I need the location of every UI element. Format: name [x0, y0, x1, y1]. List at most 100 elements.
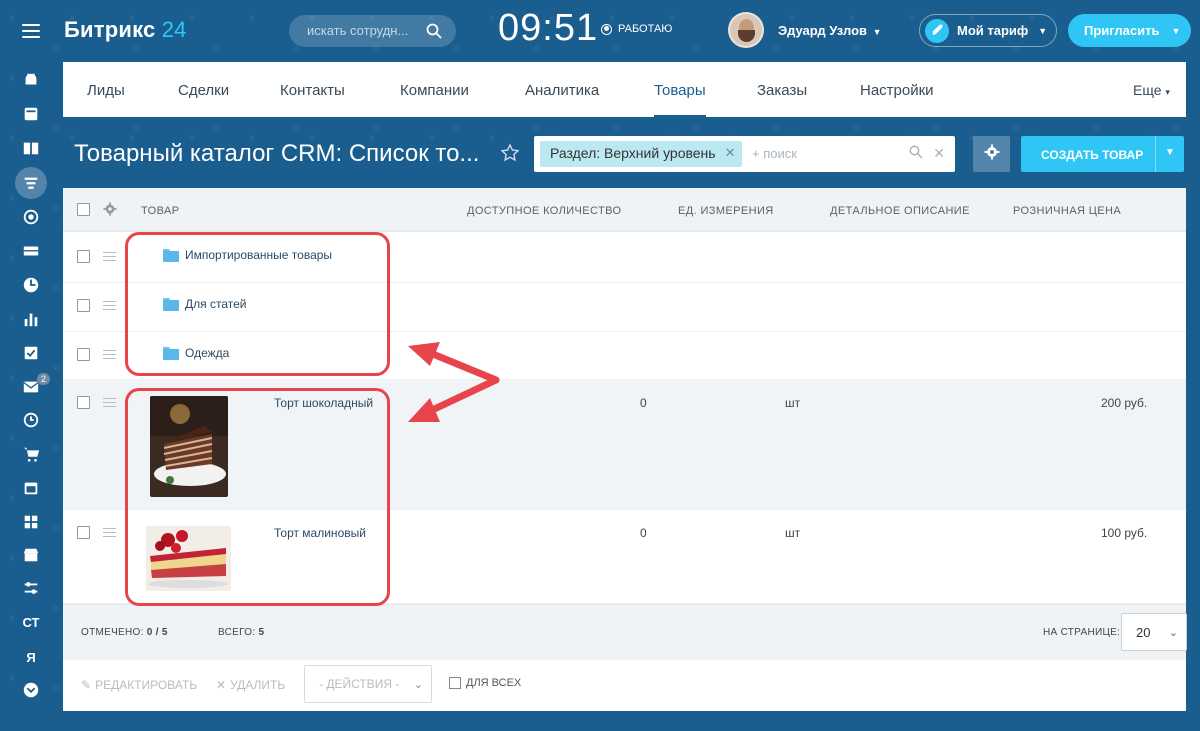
- tab-companies[interactable]: Компании: [400, 82, 469, 99]
- price-cell: 200 руб.: [1101, 396, 1148, 410]
- settings-icon[interactable]: [21, 578, 41, 598]
- unit-cell: шт: [785, 396, 801, 410]
- tab-settings[interactable]: Настройки: [860, 82, 934, 99]
- grid-footer: ОТМЕЧЕНО: 0 / 5 ВСЕГО: 5 НА СТРАНИЦЕ: 20…: [63, 604, 1187, 660]
- gear-icon: [984, 144, 1000, 165]
- tab-orders[interactable]: Заказы: [757, 82, 807, 99]
- shop-icon[interactable]: [21, 545, 41, 565]
- row-checkbox[interactable]: [77, 526, 90, 539]
- col-unit[interactable]: ЕД. ИЗМЕРЕНИЯ: [678, 205, 774, 217]
- table-row[interactable]: Импортированные товары: [63, 234, 1186, 283]
- for-all-checkbox[interactable]: ДЛЯ ВСЕХ: [449, 677, 521, 689]
- per-page-select[interactable]: 20 ⌄: [1121, 613, 1187, 651]
- tariff-button[interactable]: Мой тариф ▼: [919, 14, 1057, 47]
- per-page-label: НА СТРАНИЦЕ:: [1043, 627, 1121, 638]
- left-sidebar: 2 СТ Я: [0, 0, 63, 731]
- tab-more[interactable]: Еще ▾: [1133, 82, 1170, 98]
- drag-handle-icon[interactable]: [103, 528, 116, 537]
- drag-handle-icon[interactable]: [103, 398, 116, 407]
- create-product-button[interactable]: СОЗДАТЬ ТОВАР ▼: [1021, 136, 1184, 172]
- col-quantity[interactable]: ДОСТУПНОЕ КОЛИЧЕСТВО: [467, 205, 621, 217]
- select-all-checkbox[interactable]: [77, 203, 90, 216]
- clock-icon[interactable]: [21, 275, 41, 295]
- feed-icon[interactable]: [21, 104, 41, 124]
- row-checkbox[interactable]: [77, 250, 90, 263]
- table-row[interactable]: Одежда: [63, 332, 1186, 380]
- actions-select[interactable]: - ДЕЙСТВИЯ - ⌄: [304, 665, 432, 703]
- col-product[interactable]: ТОВАР: [141, 205, 179, 217]
- crm-tabs: Лиды Сделки Контакты Компании Аналитика …: [63, 62, 1186, 117]
- table-row[interactable]: Торт малиновый 0 шт 100 руб.: [63, 510, 1186, 604]
- product-image[interactable]: [146, 526, 231, 591]
- edit-button[interactable]: ✎ РЕДАКТИРОВАТЬ: [81, 678, 197, 692]
- table-row[interactable]: Торт шоколадный 0 шт 200 руб.: [63, 380, 1186, 510]
- delete-button[interactable]: ✕ УДАЛИТЬ: [216, 678, 285, 692]
- sidebar-item-st[interactable]: СТ: [21, 612, 41, 632]
- table-row[interactable]: Для статей: [63, 283, 1186, 332]
- target-icon[interactable]: [21, 207, 41, 227]
- filter-search[interactable]: Раздел: Верхний уровень ✕ + поиск ✕: [534, 136, 955, 172]
- tab-leads[interactable]: Лиды: [87, 82, 125, 99]
- tab-deals[interactable]: Сделки: [178, 82, 229, 99]
- tab-analytics[interactable]: Аналитика: [525, 82, 599, 99]
- cart-icon[interactable]: [21, 444, 41, 464]
- drag-handle-icon[interactable]: [103, 350, 116, 359]
- android-icon[interactable]: [21, 70, 41, 90]
- logo[interactable]: Битрикс 24: [64, 17, 187, 43]
- calendar-icon[interactable]: [21, 478, 41, 498]
- folder-link[interactable]: Одежда: [163, 346, 229, 360]
- employee-search[interactable]: [289, 15, 456, 47]
- work-status[interactable]: РАБОТАЮ: [601, 23, 672, 35]
- product-name-link[interactable]: Торт малиновый: [274, 526, 366, 540]
- close-icon[interactable]: ✕: [725, 145, 736, 161]
- product-image[interactable]: [150, 396, 228, 497]
- tab-contacts[interactable]: Контакты: [280, 82, 345, 99]
- star-icon[interactable]: [500, 143, 520, 168]
- col-price[interactable]: РОЗНИЧНАЯ ЦЕНА: [1013, 205, 1121, 217]
- filter-icon[interactable]: [15, 167, 47, 199]
- sidebar-item-ya[interactable]: Я: [21, 647, 41, 667]
- page-title: Товарный каталог CRM: Список то...: [74, 140, 480, 167]
- folder-link[interactable]: Для статей: [163, 297, 246, 311]
- more-icon[interactable]: [21, 680, 41, 700]
- row-checkbox[interactable]: [77, 299, 90, 312]
- row-checkbox[interactable]: [77, 396, 90, 409]
- product-grid: ТОВАР ДОСТУПНОЕ КОЛИЧЕСТВО ЕД. ИЗМЕРЕНИЯ…: [63, 188, 1187, 711]
- clock[interactable]: 09:51: [498, 7, 598, 50]
- search-icon[interactable]: [909, 145, 923, 162]
- chart-icon[interactable]: [21, 309, 41, 329]
- user-name: Эдуард Узлов: [778, 22, 868, 38]
- invite-button[interactable]: Пригласить ▼: [1068, 14, 1191, 47]
- drag-handle-icon[interactable]: [103, 252, 116, 261]
- folder-icon: [163, 248, 179, 262]
- search-icon[interactable]: [426, 23, 442, 44]
- gear-icon[interactable]: [103, 202, 117, 221]
- row-checkbox[interactable]: [77, 348, 90, 361]
- search-input[interactable]: [307, 23, 417, 38]
- mail-badge: 2: [37, 373, 51, 385]
- drag-handle-icon[interactable]: [103, 301, 116, 310]
- apps-icon[interactable]: [21, 512, 41, 532]
- status-dot-icon: [601, 23, 612, 35]
- chevron-down-icon[interactable]: ▼: [1165, 147, 1175, 158]
- chevron-down-icon: ⌄: [1168, 627, 1178, 639]
- col-description[interactable]: ДЕТАЛЬНОЕ ОПИСАНИЕ: [830, 205, 970, 217]
- drive-icon[interactable]: [21, 241, 41, 261]
- folder-link[interactable]: Импортированные товары: [163, 248, 332, 262]
- avatar[interactable]: [728, 12, 764, 48]
- annotation-arrow-icon: [408, 342, 500, 422]
- price-cell: 100 руб.: [1101, 526, 1148, 540]
- filter-chip[interactable]: Раздел: Верхний уровень ✕: [540, 141, 742, 167]
- user-menu[interactable]: Эдуард Узлов ▼: [728, 12, 882, 48]
- unit-cell: шт: [785, 526, 801, 540]
- settings-button[interactable]: [973, 136, 1010, 172]
- menu-icon[interactable]: [22, 24, 40, 42]
- filter-placeholder: + поиск: [752, 146, 797, 161]
- quantity-cell: 0: [640, 396, 647, 410]
- tab-products[interactable]: Товары: [654, 82, 706, 117]
- time-icon[interactable]: [21, 410, 41, 430]
- product-name-link[interactable]: Торт шоколадный: [274, 396, 373, 410]
- clear-icon[interactable]: ✕: [933, 145, 945, 162]
- tasks-icon[interactable]: [21, 343, 41, 363]
- book-icon[interactable]: [21, 138, 41, 158]
